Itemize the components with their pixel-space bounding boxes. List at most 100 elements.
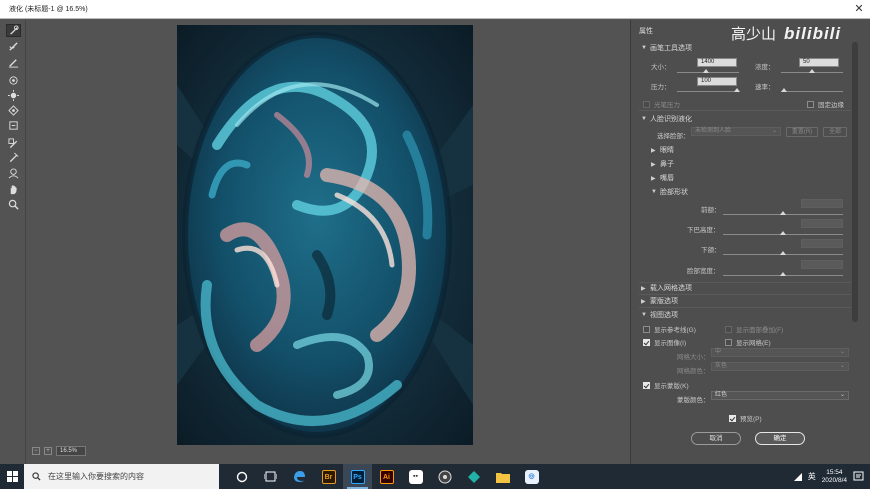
expand-down-icon: ▼ [641,312,647,318]
load-mesh-section[interactable]: ▶ 载入网格选项 [641,283,692,293]
expand-right-icon: ▶ [641,298,646,305]
brush-pressure-knob[interactable] [734,88,740,92]
stylus-pressure-checkbox[interactable] [643,100,650,108]
brush-rate-slider[interactable] [781,91,843,92]
mesh-size-dropdown[interactable]: 中 ⌄ [711,348,849,357]
show-mesh-option[interactable]: 显示网格(E) [725,337,771,347]
bridge-app-icon[interactable]: Br [314,464,343,489]
face-shape-item[interactable]: ▼ 脸部形状 [651,187,688,197]
brush-size-field[interactable]: 1400 [697,58,737,67]
stylus-pressure-option[interactable]: 光笔压力 [643,99,680,109]
zoom-level-field[interactable]: 16.5% [56,446,86,456]
notification-icon[interactable] [853,471,864,482]
liquify-canvas-image[interactable] [177,25,473,445]
chin-height-field[interactable] [801,219,843,228]
watermark: 高少山 bilibili [731,23,841,44]
brush-density-knob[interactable] [809,69,815,73]
smooth-tool-icon[interactable] [6,56,21,69]
window-title: 液化 (未标题-1 @ 16.5%) [9,6,88,13]
chin-height-knob[interactable] [780,231,786,235]
zoom-in-button[interactable]: + [44,447,52,455]
illustrator-app-icon[interactable]: Ai [372,464,401,489]
canvas-area[interactable]: − + 16.5% [26,20,630,464]
view-options-section[interactable]: ▼ 视图选项 [641,310,678,320]
face-overlay-option[interactable]: 显示面部叠加(F) [725,324,783,334]
tool-panel [0,20,26,464]
show-guides-option[interactable]: 显示参考线(G) [643,324,696,334]
jawline-label: 下颌： [701,247,721,254]
mask-options-section[interactable]: ▶ 蒙版选项 [641,296,678,306]
face-all-button[interactable]: 全部 [823,127,847,137]
forehead-knob[interactable] [780,211,786,215]
windows-start-icon[interactable] [0,464,24,489]
cortana-icon[interactable] [227,464,256,489]
brush-rate-knob[interactable] [781,88,787,92]
face-mouth-item[interactable]: ▶ 嘴唇 [651,173,674,183]
brush-pressure-field[interactable]: 100 [697,77,737,86]
show-guides-checkbox[interactable] [643,325,650,333]
divider [639,294,851,295]
zoom-out-button[interactable]: − [32,447,40,455]
reconstruct-tool-icon[interactable] [6,40,21,53]
chevron-down-icon: ⌄ [771,128,777,134]
chat-app-icon[interactable]: ▪▪ [401,464,430,489]
show-image-option[interactable]: 显示图像(I) [643,337,686,347]
pin-edges-checkbox[interactable] [807,100,814,108]
forehead-field[interactable] [801,199,843,208]
file-explorer-icon[interactable] [488,464,517,489]
forehead-label: 前额： [701,207,721,214]
input-method-indicator[interactable]: 英 [808,471,816,482]
bloat-tool-icon[interactable] [6,104,21,117]
face-nose-item[interactable]: ▶ 鼻子 [651,159,674,169]
photoshop-app-icon[interactable]: Ps [343,464,372,489]
face-width-knob[interactable] [780,272,786,276]
preview-checkbox[interactable] [729,414,736,422]
chevron-down-icon: ⌄ [839,349,845,355]
taskbar-clock[interactable]: 15:54 2020/8/4 [822,469,847,485]
jawline-field[interactable] [801,239,843,248]
thaw-mask-tool-icon[interactable] [6,151,21,164]
forward-warp-tool-icon[interactable] [6,24,21,37]
taskbar-search-box[interactable]: 在这里输入你要搜索的内容 [24,464,219,489]
face-width-field[interactable] [801,260,843,269]
push-left-tool-icon[interactable] [6,119,21,132]
brush-options-section[interactable]: ▼ 画笔工具选项 [641,43,692,53]
panel-scrollbar[interactable] [852,42,858,322]
ok-button[interactable]: 确定 [755,432,805,445]
face-reset-button[interactable]: 重置(R) [786,127,818,137]
show-mask-checkbox[interactable] [643,381,650,389]
show-image-checkbox[interactable] [643,338,650,346]
task-view-icon[interactable] [256,464,285,489]
preview-option[interactable]: 预览(P) [729,413,762,423]
brush-density-field[interactable]: 50 [799,58,839,67]
expand-down-icon: ▼ [641,116,647,122]
cloud-app-icon[interactable]: ◎ [517,464,546,489]
chevron-down-icon: ⌄ [839,363,845,369]
hand-tool-icon[interactable] [6,183,21,196]
app-icon[interactable] [459,464,488,489]
zoom-tool-icon[interactable] [6,198,21,211]
edge-browser-icon[interactable] [285,464,314,489]
pucker-tool-icon[interactable] [6,89,21,102]
tray-network-icon[interactable] [793,472,802,481]
mask-color-dropdown[interactable]: 红色 ⌄ [711,391,849,400]
face-overlay-checkbox[interactable] [725,325,732,333]
show-mesh-checkbox[interactable] [725,338,732,346]
twirl-tool-icon[interactable] [6,74,21,87]
face-tool-icon[interactable] [6,167,21,180]
pin-edges-option[interactable]: 固定边缘 [807,99,844,109]
freeze-mask-tool-icon[interactable] [6,137,21,150]
cancel-button[interactable]: 取消 [691,432,741,445]
brush-size-knob[interactable] [703,69,709,73]
media-player-icon[interactable] [430,464,459,489]
mesh-color-dropdown[interactable]: 灰色 ⌄ [711,362,849,371]
brush-rate-label: 速率： [755,84,775,91]
select-face-dropdown[interactable]: 未检测到人脸 ⌄ [691,127,781,136]
face-eyes-item[interactable]: ▶ 眼睛 [651,145,674,155]
face-liquify-section[interactable]: ▼ 人脸识别液化 [641,114,692,124]
brush-pressure-slider[interactable] [677,91,739,92]
face-width-label: 脸部宽度： [687,268,720,275]
close-icon[interactable]: ✕ [848,0,870,19]
show-mask-option[interactable]: 显示蒙版(K) [643,380,689,390]
jawline-knob[interactable] [780,251,786,255]
